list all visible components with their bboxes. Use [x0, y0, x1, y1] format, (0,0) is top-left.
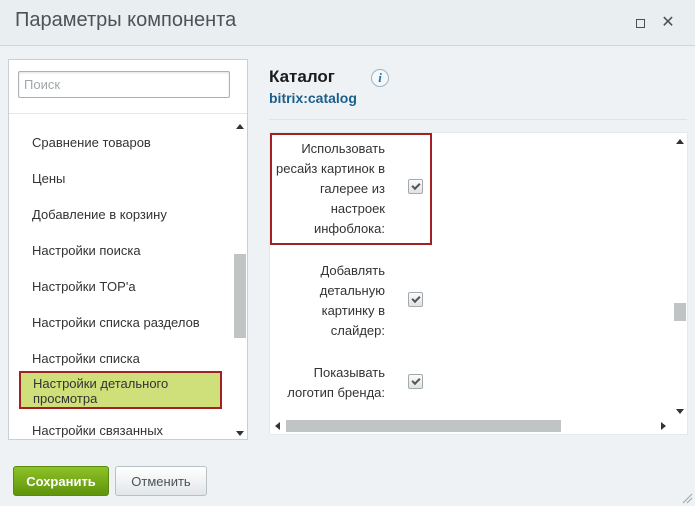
- dialog-content: Сравнение товаров Цены Добавление в корз…: [0, 47, 695, 451]
- component-name: Каталог: [269, 67, 335, 86]
- scrollbar-thumb[interactable]: [286, 420, 561, 432]
- scroll-down-icon[interactable]: [676, 409, 684, 414]
- close-icon: ✕: [661, 14, 675, 31]
- dialog-title: Параметры компонента: [15, 9, 237, 31]
- parameters-horizontal-scrollbar[interactable]: [270, 418, 673, 434]
- divider: [9, 113, 247, 114]
- divider: [269, 119, 687, 120]
- checkmark-icon: [410, 375, 421, 386]
- sidebar-item-related-settings[interactable]: Настройки связанных: [32, 423, 163, 438]
- scrollbar-thumb[interactable]: [234, 254, 246, 338]
- scroll-left-icon[interactable]: [275, 422, 280, 430]
- sidebar-item-prices[interactable]: Цены: [32, 171, 65, 186]
- parameters-panel: Использовать ресайз картинок в галерее и…: [269, 132, 688, 435]
- param-label-brand-logo: Показывать логотип бренда:: [287, 365, 385, 400]
- sidebar-item-search-settings[interactable]: Настройки поиска: [32, 243, 141, 258]
- cancel-button[interactable]: Отменить: [115, 466, 207, 496]
- close-button[interactable]: ✕: [660, 15, 676, 31]
- search-input[interactable]: [18, 71, 230, 98]
- sidebar-item-compare[interactable]: Сравнение товаров: [32, 135, 151, 150]
- section-nav-panel: Сравнение товаров Цены Добавление в корз…: [8, 59, 248, 440]
- param-label-detail-picture-slider: Добавлять детальную картинку в слайдер:: [319, 263, 385, 338]
- param-checkbox-resize-gallery[interactable]: [408, 179, 423, 194]
- scroll-down-icon[interactable]: [236, 431, 244, 436]
- resize-grip-icon[interactable]: [681, 492, 693, 504]
- param-checkbox-brand-logo[interactable]: [408, 374, 423, 389]
- scroll-up-icon[interactable]: [236, 124, 244, 129]
- sidebar-item-detail-settings[interactable]: Настройки детального просмотра: [19, 371, 222, 409]
- component-code: bitrix:catalog: [269, 90, 357, 106]
- parameters-vertical-scrollbar[interactable]: [673, 133, 687, 418]
- sidebar-item-add-to-basket[interactable]: Добавление в корзину: [32, 207, 167, 222]
- dialog-footer: Сохранить Отменить: [0, 451, 695, 506]
- sidebar-item-list-settings[interactable]: Настройки списка: [32, 351, 140, 366]
- checkmark-icon: [410, 293, 421, 304]
- dialog-titlebar: Параметры компонента ✕: [0, 0, 695, 46]
- sidebar-item-section-list-settings[interactable]: Настройки списка разделов: [32, 315, 200, 330]
- save-button[interactable]: Сохранить: [13, 466, 109, 496]
- maximize-button[interactable]: [632, 15, 648, 31]
- sidebar-scrollbar[interactable]: [233, 120, 247, 440]
- checkmark-icon: [410, 180, 421, 191]
- section-list: Сравнение товаров Цены Добавление в корз…: [9, 120, 231, 440]
- scrollbar-thumb[interactable]: [674, 303, 686, 321]
- param-checkbox-detail-picture-slider[interactable]: [408, 292, 423, 307]
- param-label-resize-gallery: Использовать ресайз картинок в галерее и…: [275, 141, 385, 236]
- info-icon[interactable]: i: [371, 69, 389, 87]
- maximize-icon: [635, 18, 645, 28]
- scroll-up-icon[interactable]: [676, 139, 684, 144]
- scroll-right-icon[interactable]: [661, 422, 666, 430]
- sidebar-item-top-settings[interactable]: Настройки TOP'а: [32, 279, 136, 294]
